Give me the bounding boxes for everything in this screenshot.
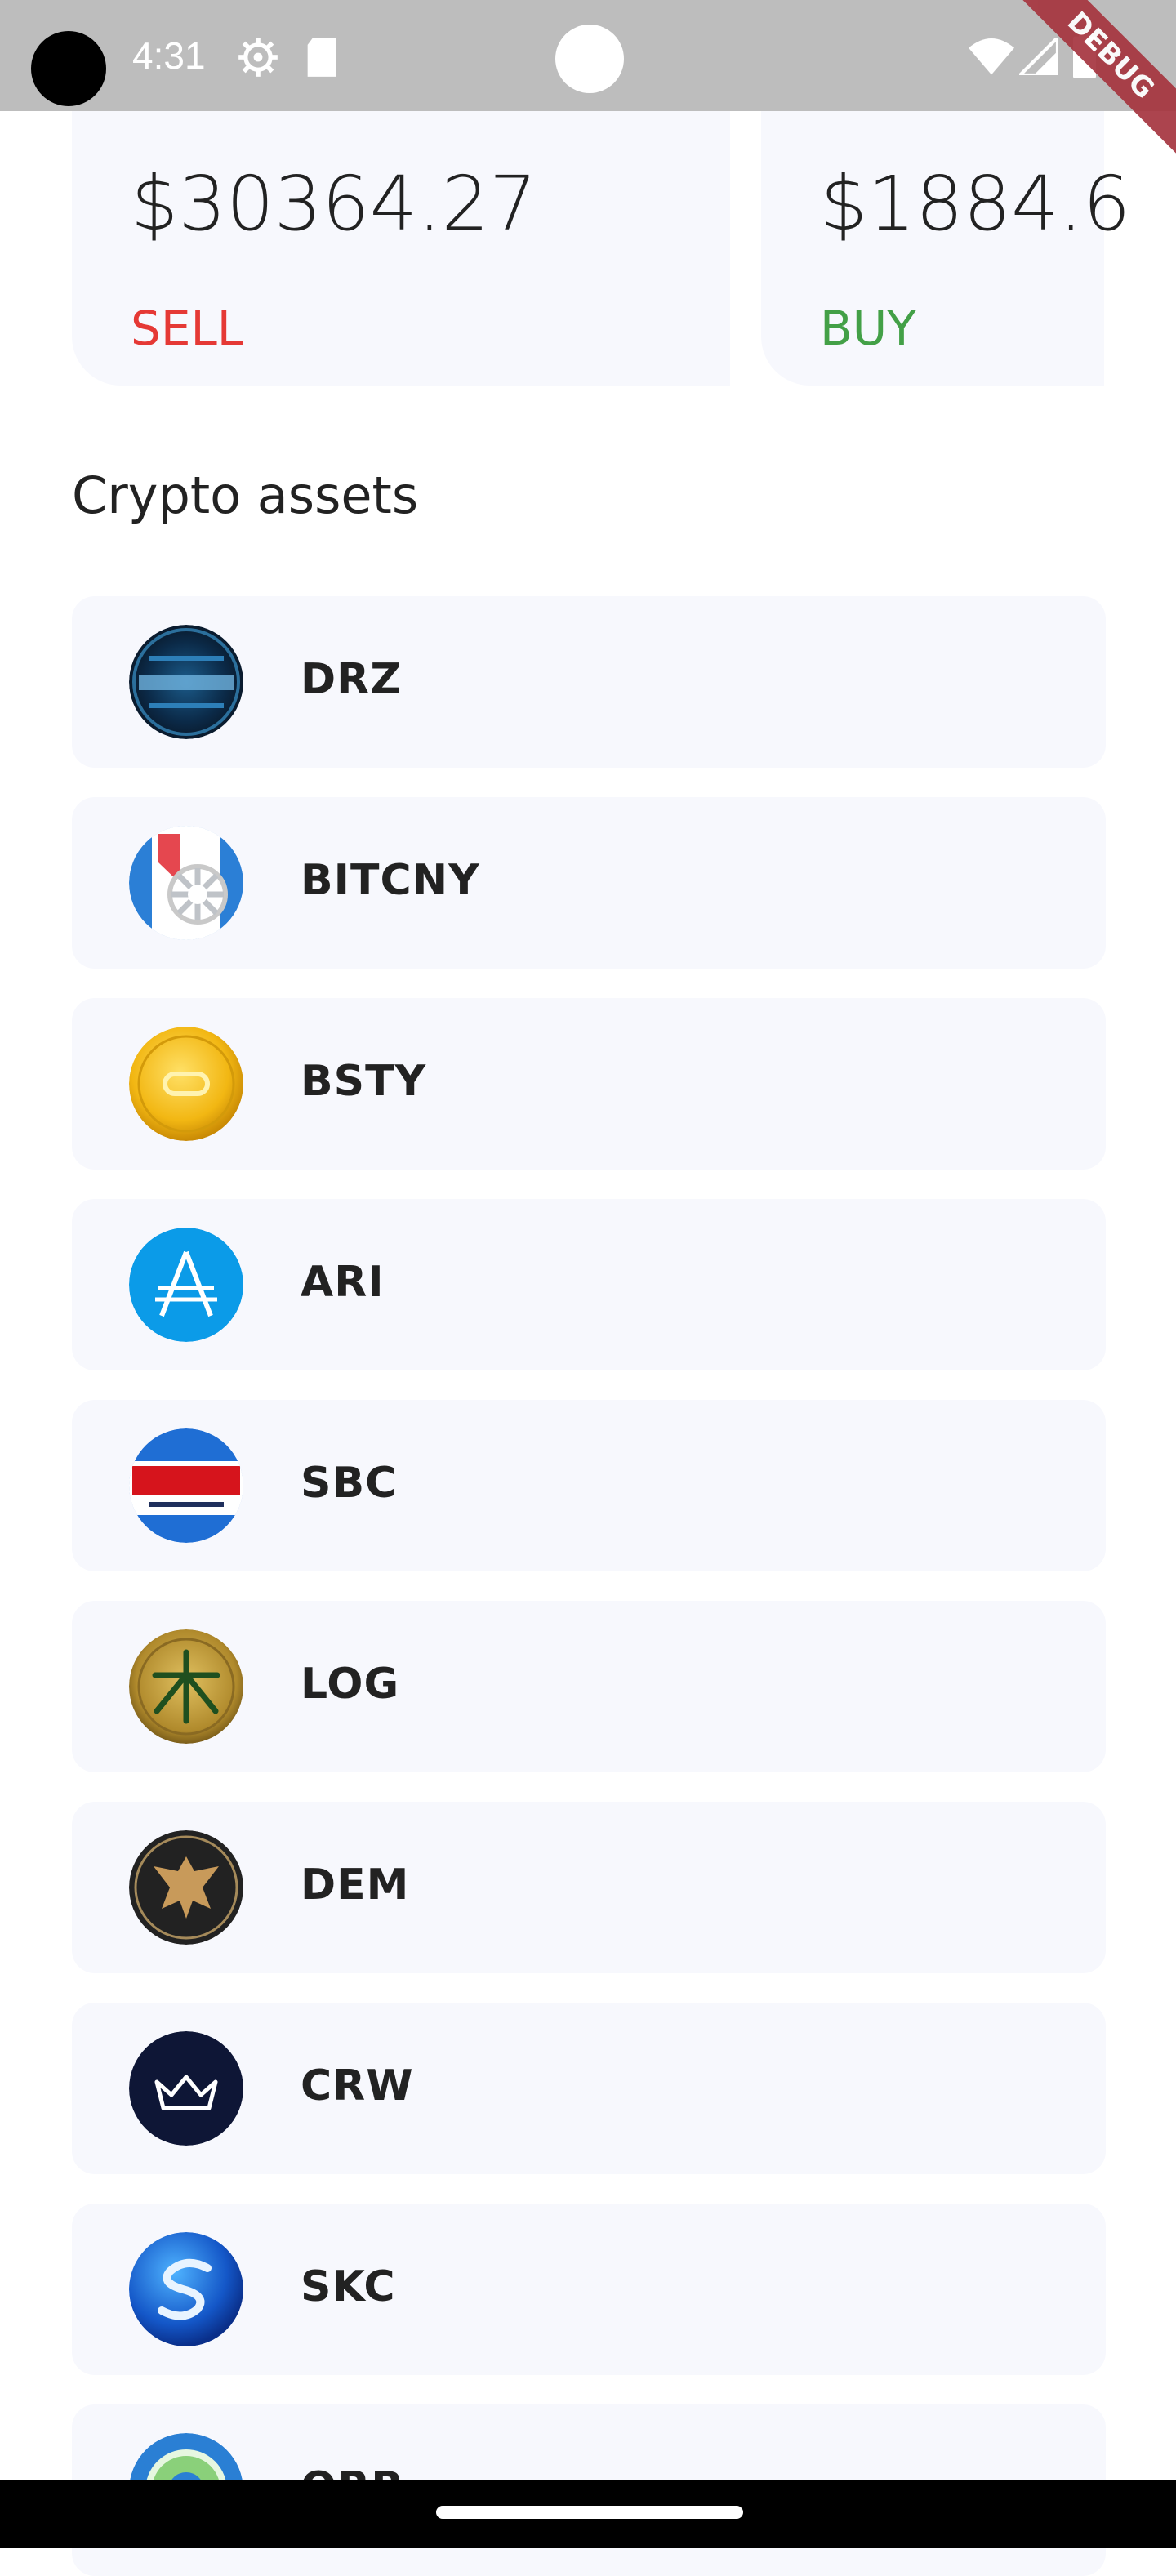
wifi-icon (969, 36, 1014, 78)
price-card[interactable]: $30364.27 SELL (72, 111, 730, 386)
asset-symbol: DEM (301, 1861, 410, 1910)
section-title: Crypto assets (72, 466, 419, 525)
sbc-coin-icon (129, 1428, 243, 1543)
sd-card-icon (304, 36, 340, 82)
skc-coin-icon (129, 2232, 243, 2346)
asset-symbol: BITCNY (301, 856, 480, 905)
ari-coin-icon (129, 1228, 243, 1342)
asset-row-bsty[interactable]: BSTY (72, 998, 1106, 1170)
buy-action[interactable]: BUY (820, 301, 916, 356)
asset-symbol: BSTY (301, 1057, 427, 1106)
status-time: 4:31 (132, 34, 206, 77)
asset-symbol: LOG (301, 1660, 400, 1709)
bitcny-coin-icon (129, 826, 243, 940)
system-navigation-bar (0, 2480, 1176, 2548)
droidz-coin-icon (129, 625, 243, 739)
price-value: $1884.6 (820, 160, 1131, 247)
front-sensor-dot (555, 25, 624, 93)
asset-row-bitcny[interactable]: BITCNY (72, 797, 1106, 969)
status-bar: 4:31 DEBUG (0, 0, 1176, 158)
asset-symbol: ARI (301, 1258, 385, 1307)
asset-row-ari[interactable]: ARI (72, 1199, 1106, 1370)
asset-row-skc[interactable]: SKC (72, 2204, 1106, 2375)
price-cards-carousel[interactable]: $30364.27 SELL $1884.6 BUY (0, 111, 1176, 387)
cellular-signal-icon (1015, 33, 1060, 78)
dem-eagle-coin-icon (129, 1830, 243, 1945)
asset-row-log[interactable]: LOG (72, 1601, 1106, 1772)
asset-row-dem[interactable]: DEM (72, 1802, 1106, 1973)
bsty-gold-coin-icon (129, 1027, 243, 1141)
asset-symbol: SKC (301, 2262, 396, 2311)
settings-gear-icon (237, 36, 279, 82)
asset-row-sbc[interactable]: SBC (72, 1400, 1106, 1571)
asset-row-drz[interactable]: DRZ (72, 596, 1106, 768)
price-value: $30364.27 (131, 160, 537, 247)
crw-crown-coin-icon (129, 2031, 243, 2146)
home-gesture-handle[interactable] (436, 2506, 743, 2519)
camera-cutout (31, 31, 106, 106)
price-card[interactable]: $1884.6 BUY (761, 111, 1130, 386)
asset-symbol: CRW (301, 2061, 414, 2110)
sell-action[interactable]: SELL (131, 301, 243, 356)
asset-symbol: DRZ (301, 655, 402, 704)
asset-symbol: SBC (301, 1459, 398, 1508)
asset-row-crw[interactable]: CRW (72, 2003, 1106, 2174)
log-coin-icon (129, 1629, 243, 1744)
